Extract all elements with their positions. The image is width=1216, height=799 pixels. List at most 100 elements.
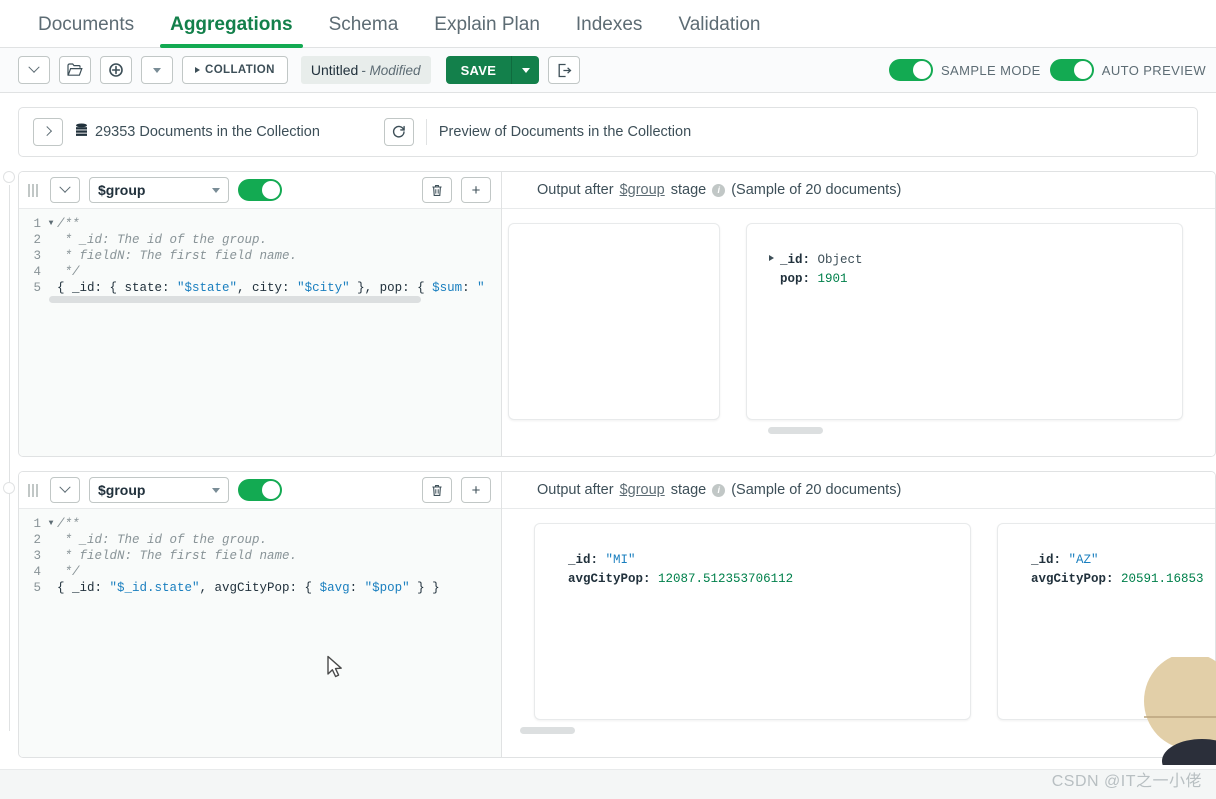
tab-schema[interactable]: Schema — [311, 14, 417, 47]
toggle-knob — [262, 181, 280, 199]
auto-preview-toggle[interactable] — [1049, 59, 1094, 81]
output-document-card[interactable]: _id: "AZ" avgCityPop: 20591.16853 — [997, 523, 1215, 720]
database-icon — [75, 123, 88, 142]
document-field: avgCityPop: 20591.16853 — [1031, 572, 1204, 586]
stage-header: $group + — [19, 472, 501, 509]
drag-handle-icon[interactable] — [25, 183, 41, 197]
toggle-knob — [912, 61, 931, 79]
stage-operator-select[interactable]: $group — [89, 477, 229, 503]
stage-node-1[interactable] — [3, 171, 15, 183]
line-number: 1 — [33, 517, 41, 531]
stage-add-after-button[interactable]: + — [461, 177, 491, 203]
collation-button[interactable]: COLLATION — [182, 56, 288, 84]
drag-handle-icon[interactable] — [25, 483, 41, 497]
expand-collection-preview-button[interactable] — [33, 118, 63, 146]
field-key: avgCityPop — [1031, 572, 1107, 586]
tab-indexes[interactable]: Indexes — [558, 14, 661, 47]
field-value: Object — [817, 253, 863, 267]
stage-header: $group + — [19, 172, 501, 209]
divider — [425, 119, 427, 145]
field-value: 20591.16853 — [1121, 572, 1204, 586]
output-operator-link[interactable]: $group — [620, 482, 665, 498]
stage-code-editor[interactable]: 1 ▼ /** 2 * _id: The id of the group. 3 … — [19, 209, 501, 456]
stage-actions: + — [422, 477, 491, 503]
stage-output-panel: Output after $group stage i (Sample of 2… — [502, 172, 1215, 456]
output-operator-link[interactable]: $group — [620, 182, 665, 198]
caret-down-icon — [153, 67, 161, 73]
output-documents-area: _id: Object pop: 1901 — [502, 209, 1215, 456]
new-pipeline-button[interactable] — [100, 56, 132, 84]
pipeline-modified-state: - Modified — [361, 62, 421, 78]
tab-explain-plan[interactable]: Explain Plan — [416, 14, 558, 47]
save-button[interactable]: SAVE — [445, 56, 512, 84]
stage-enabled-toggle[interactable] — [238, 479, 282, 501]
fold-toggle-icon[interactable]: ▼ — [45, 216, 57, 232]
output-document-card[interactable]: _id: "MI" avgCityPop: 12087.512353706112 — [534, 523, 971, 720]
code-line: 2 * _id: The id of the group. — [19, 532, 501, 548]
field-key: _id — [568, 553, 591, 567]
stage-node-2[interactable] — [3, 482, 15, 494]
expand-triangle-icon[interactable] — [769, 255, 774, 261]
aggregation-pipeline-builder: Documents Aggregations Schema Explain Pl… — [0, 0, 1216, 799]
code-text: * fieldN: The first field name. — [57, 249, 298, 263]
triangle-right-icon — [195, 67, 200, 73]
tab-aggregations[interactable]: Aggregations — [152, 14, 310, 48]
code-line: 3 * fieldN: The first field name. — [19, 548, 501, 564]
refresh-preview-button[interactable] — [383, 118, 414, 146]
tab-documents[interactable]: Documents — [20, 14, 152, 47]
sample-mode-toggle[interactable] — [888, 59, 933, 81]
stage-delete-button[interactable] — [422, 177, 452, 203]
caret-down-icon — [212, 487, 220, 493]
stage-add-after-button[interactable]: + — [461, 477, 491, 503]
line-number: 5 — [33, 581, 41, 595]
pipeline-history-button[interactable] — [18, 56, 50, 84]
stage-enabled-toggle[interactable] — [238, 179, 282, 201]
info-icon[interactable]: i — [712, 483, 726, 497]
pipeline-stage-list: $group + 1 ▼ /** 2 * _id: The id of the … — [0, 157, 1216, 758]
field-key: _id — [780, 253, 803, 267]
field-value: "AZ" — [1068, 553, 1099, 567]
stage-delete-button[interactable] — [422, 477, 452, 503]
line-number: 1 — [33, 217, 41, 231]
trash-icon — [432, 184, 442, 196]
document-field: pop: 1901 — [780, 272, 848, 286]
field-value: 12087.512353706112 — [658, 572, 794, 586]
pipeline-name-field[interactable]: Untitled - Modified — [300, 56, 431, 84]
stage-collapse-button[interactable] — [50, 177, 80, 203]
open-saved-pipelines-button[interactable] — [59, 56, 91, 84]
stage-actions: + — [422, 177, 491, 203]
output-horizontal-scrollbar[interactable] — [768, 427, 823, 434]
tab-validation[interactable]: Validation — [660, 14, 778, 47]
line-number: 4 — [33, 565, 41, 579]
code-line: 4 */ — [19, 564, 501, 580]
stage-editor-panel: $group + 1 ▼ /** 2 * _id: The id of the … — [19, 472, 502, 757]
code-line: 1 ▼ /** — [19, 516, 501, 532]
output-document-card[interactable]: _id: Object pop: 1901 — [746, 223, 1183, 420]
pipeline-stage: $group + 1 ▼ /** 2 * _id: The id of the … — [18, 171, 1216, 457]
stage-operator-label: $group — [98, 482, 146, 498]
code-text: * _id: The id of the group. — [57, 533, 268, 547]
new-pipeline-caret-button[interactable] — [141, 56, 173, 84]
plus-icon: + — [471, 181, 481, 199]
code-text: * _id: The id of the group. — [57, 233, 268, 247]
fold-toggle-icon[interactable]: ▼ — [45, 516, 57, 532]
output-horizontal-scrollbar[interactable] — [520, 727, 575, 734]
code-text: /** — [57, 517, 80, 531]
editor-horizontal-scrollbar[interactable] — [49, 296, 421, 303]
line-number: 3 — [33, 249, 41, 263]
info-icon[interactable]: i — [712, 183, 726, 197]
code-line: 3 * fieldN: The first field name. — [19, 248, 501, 264]
stage-collapse-button[interactable] — [50, 477, 80, 503]
toggle-knob — [1073, 61, 1092, 79]
export-pipeline-button[interactable] — [548, 56, 581, 84]
stage-code-editor[interactable]: 1 ▼ /** 2 * _id: The id of the group. 3 … — [19, 509, 501, 757]
output-document-card[interactable] — [508, 223, 720, 420]
field-key: pop — [780, 272, 803, 286]
plus-icon: + — [471, 481, 481, 499]
save-dropdown-button[interactable] — [511, 56, 540, 84]
stage-operator-select[interactable]: $group — [89, 177, 229, 203]
